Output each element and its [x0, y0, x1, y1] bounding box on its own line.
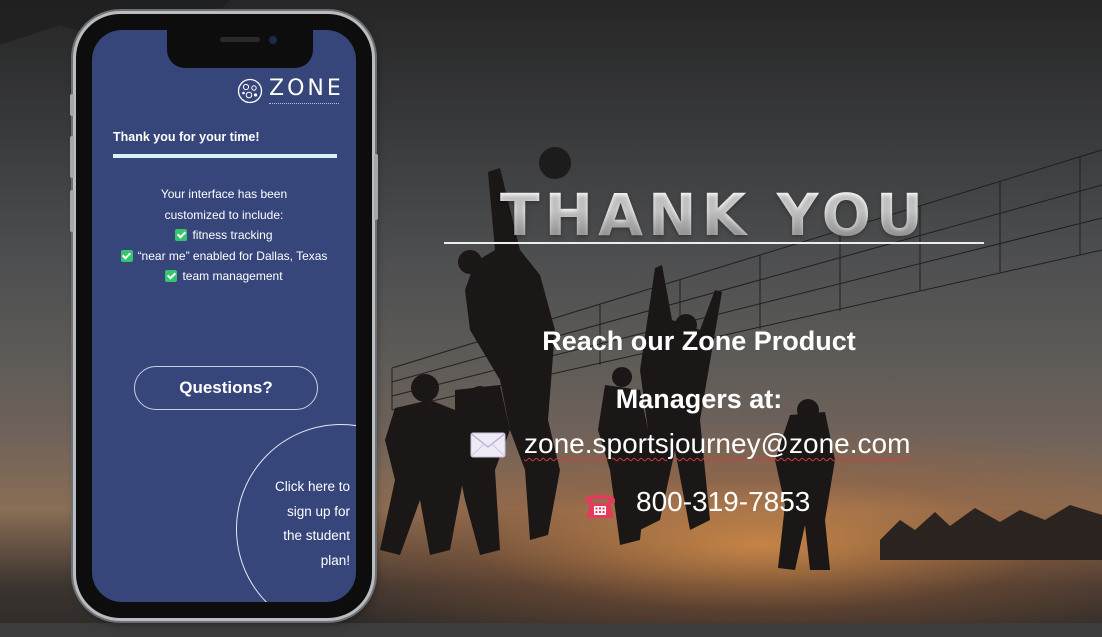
checkbox-checked-icon: [120, 249, 133, 262]
student-plan-signup-link[interactable]: Click here to sign up for the student pl…: [254, 475, 350, 573]
checkbox-checked-icon: [165, 270, 178, 282]
telephone-icon: [585, 494, 615, 518]
intro-line: Your interface has been: [160, 187, 288, 201]
logo-wordmark: ZONE: [269, 76, 344, 101]
signup-line: the student: [283, 528, 350, 543]
phone-side-button: [70, 136, 74, 178]
speaker-grille: [220, 37, 260, 42]
intro-line: customized to include:: [164, 207, 284, 222]
feature-item: team management: [112, 266, 336, 287]
zone-logo-icon: [237, 78, 263, 104]
email-address-link[interactable]: zone.sportsjourney@zone.com: [524, 428, 910, 460]
logo-tagline: [269, 103, 339, 106]
feature-item: fitness tracking: [112, 225, 336, 246]
feature-item: “near me” enabled for Dallas, Texas: [112, 246, 336, 267]
contact-intro-line: Managers at:: [615, 384, 783, 414]
contact-intro-line: Reach our Zone Product: [542, 326, 856, 356]
questions-button[interactable]: Questions?: [134, 366, 318, 410]
signup-line: plan!: [320, 552, 350, 568]
phone-mockup: ZONE Thank you for your time! Your inter…: [70, 14, 378, 618]
feature-label: fitness tracking: [192, 228, 273, 242]
contact-intro: Reach our Zone Product Managers at:: [444, 312, 954, 428]
feature-label: team management: [182, 269, 283, 283]
phone-side-button: [70, 94, 74, 116]
heading-underline-bar: [113, 154, 337, 158]
envelope-icon: [470, 432, 506, 458]
title-underline: [444, 242, 984, 244]
zone-logo: ZONE: [237, 76, 347, 116]
phone-screen: ZONE Thank you for your time! Your inter…: [92, 30, 356, 602]
checkbox-checked-icon: [175, 229, 188, 241]
thanks-heading: Thank you for your time!: [113, 130, 260, 144]
phone-side-button: [70, 190, 74, 232]
feature-label: “near me” enabled for Dallas, Texas: [137, 248, 328, 263]
phone-side-button: [374, 154, 378, 220]
front-camera: [269, 36, 277, 44]
phone-number[interactable]: 800-319-7853: [636, 486, 810, 518]
signup-line: Click here to: [274, 479, 350, 494]
thank-you-title: THANK YOU: [444, 181, 984, 249]
customization-summary: Your interface has been customized to in…: [112, 184, 336, 287]
bottom-strip: [0, 623, 1102, 637]
signup-line: sign up for: [286, 503, 350, 519]
phone-notch: [167, 30, 313, 68]
